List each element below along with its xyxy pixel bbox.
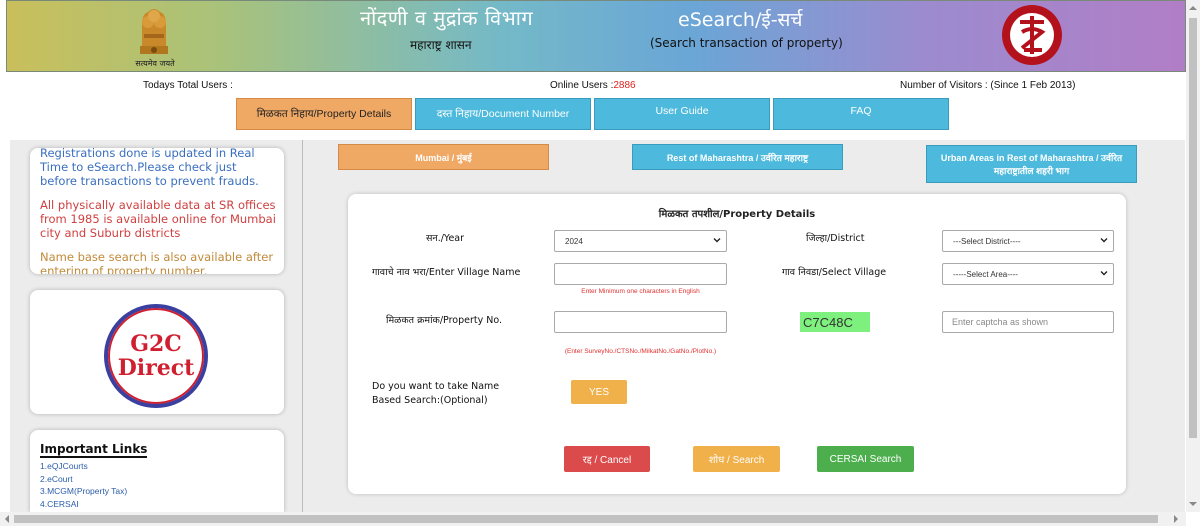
- chevron-down-icon: [713, 238, 721, 243]
- property-details-form: मिळकत तपशील/Property Details सन./Year 20…: [348, 194, 1126, 494]
- visitors-label: Number of Visitors : (Since 1 Feb 2013): [900, 80, 1076, 91]
- tab-document-number[interactable]: दस्त निहाय/Document Number: [415, 98, 591, 130]
- property-no-label: मिळकत क्रमांक/Property No.: [386, 315, 503, 326]
- direct-text: Direct: [117, 355, 195, 381]
- horizontal-scroll-thumb[interactable]: [14, 515, 1158, 523]
- esearch-title: eSearch/ई-सर्च: [678, 9, 803, 31]
- village-select[interactable]: -----Select Area----: [942, 263, 1114, 285]
- government-subtitle: महाराष्ट्र शासन: [410, 38, 472, 52]
- important-links-list: 1.eQJCourts 2.eCourt 3.MCGM(Property Tax…: [40, 460, 127, 510]
- emblem-caption: सत्यमेव जयते: [135, 59, 175, 68]
- search-button[interactable]: शोध / Search: [693, 446, 780, 472]
- name-search-yes-button[interactable]: YES: [571, 380, 627, 404]
- scroll-down-icon[interactable]: [1189, 500, 1197, 508]
- news-item: Registrations done is updated in Real Ti…: [40, 148, 259, 188]
- village-name-label: गावाचे नाव भरा/Enter Village Name: [372, 267, 521, 278]
- vertical-scrollbar[interactable]: [1186, 0, 1200, 512]
- esearch-subtitle: (Search transaction of property): [650, 36, 843, 50]
- important-links-title: Important Links: [40, 442, 148, 458]
- news-card: Registrations done is updated in Real Ti…: [30, 148, 284, 274]
- village-name-input[interactable]: [554, 263, 727, 285]
- horizontal-scrollbar[interactable]: [0, 512, 1186, 526]
- divider: [302, 140, 303, 512]
- area-urban-button[interactable]: Urban Areas in Rest of Maharashtra / उर्…: [926, 145, 1137, 183]
- g2c-card[interactable]: G2C Direct: [30, 290, 284, 414]
- news-item: All physically available data at SR offi…: [40, 198, 276, 240]
- link-eqjcourts[interactable]: 1.eQJCourts: [40, 460, 127, 473]
- chevron-down-icon: [1100, 238, 1108, 243]
- news-item: Name base search is also available after…: [40, 250, 274, 274]
- tab-user-guide[interactable]: User Guide: [594, 98, 770, 130]
- property-no-input[interactable]: [554, 311, 727, 333]
- district-label: जिल्हा/District: [806, 233, 865, 244]
- total-users-label: Todays Total Users :: [143, 80, 233, 91]
- village-select-value: -----Select Area----: [953, 269, 1018, 279]
- important-links-card: Important Links 1.eQJCourts 2.eCourt 3.M…: [30, 430, 284, 512]
- link-cersai[interactable]: 4.CERSAI: [40, 498, 127, 511]
- tab-faq[interactable]: FAQ: [773, 98, 949, 130]
- select-village-label: गाव निवडा/Select Village: [782, 267, 887, 278]
- form-title: मिळकत तपशील/Property Details: [658, 209, 816, 220]
- village-hint: Enter Minimum one characters in English: [581, 288, 700, 295]
- cersai-search-button[interactable]: CERSAI Search: [817, 446, 914, 472]
- district-value: ---Select District----: [953, 236, 1021, 246]
- scroll-up-icon[interactable]: [1189, 4, 1197, 12]
- captcha-input[interactable]: Enter captcha as shown: [942, 311, 1114, 333]
- online-users-label: Online Users :: [550, 80, 614, 91]
- news-scroller[interactable]: Registrations done is updated in Real Ti…: [40, 148, 276, 274]
- property-hint: (Enter SurveyNo./CTSNo./MilkatNo./GatNo.…: [564, 348, 717, 355]
- cancel-button[interactable]: रद्द / Cancel: [564, 446, 650, 472]
- area-mumbai-button[interactable]: Mumbai / मुंबई: [338, 144, 549, 170]
- captcha-image: C7C48C: [800, 312, 870, 332]
- district-select[interactable]: ---Select District----: [942, 230, 1114, 252]
- chevron-down-icon: [1100, 271, 1108, 276]
- scroll-right-icon[interactable]: [1172, 515, 1180, 523]
- department-logo-icon: [1002, 5, 1062, 65]
- name-search-label: Do you want to take Name Based Search:(O…: [372, 381, 500, 406]
- scroll-left-icon[interactable]: [3, 515, 11, 523]
- online-users-count: 2886: [613, 80, 636, 91]
- year-label: सन./Year: [426, 233, 465, 244]
- tab-property-details[interactable]: मिळकत निहाय/Property Details: [236, 98, 412, 130]
- g2c-text: G2C: [130, 331, 182, 357]
- vertical-scroll-thumb[interactable]: [1189, 18, 1197, 438]
- department-title-marathi: नोंदणी व मुद्रांक विभाग: [360, 6, 534, 30]
- year-value: 2024: [565, 236, 583, 246]
- link-ecourt[interactable]: 2.eCourt: [40, 473, 127, 486]
- link-mcgm[interactable]: 3.MCGM(Property Tax): [40, 485, 127, 498]
- area-rest-maharashtra-button[interactable]: Rest of Maharashtra / उर्वरित महाराष्ट्र: [632, 144, 843, 170]
- g2c-direct-logo[interactable]: G2C Direct: [104, 304, 208, 408]
- year-select[interactable]: 2024: [554, 230, 727, 252]
- online-users: Online Users :2886: [550, 80, 636, 91]
